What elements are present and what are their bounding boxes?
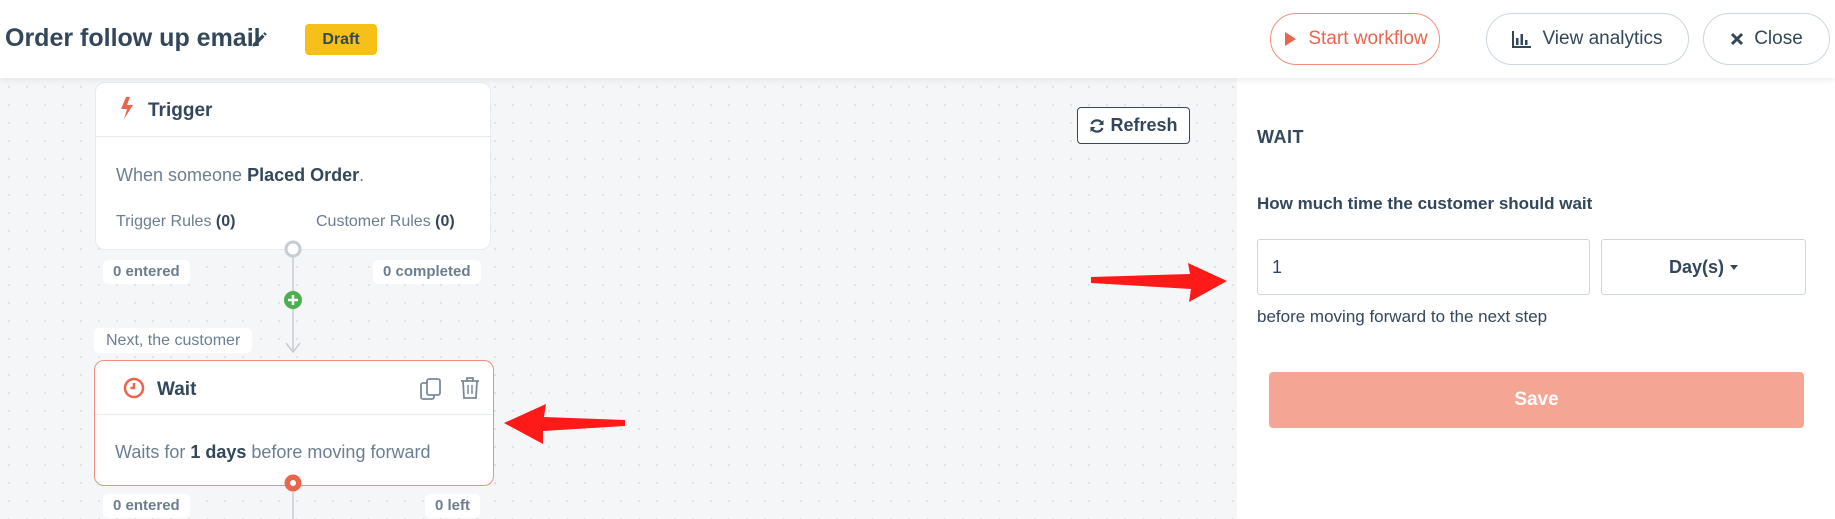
save-button[interactable]: Save [1269, 372, 1804, 428]
pencil-icon[interactable] [249, 28, 271, 50]
trigger-event: Placed Order [247, 165, 360, 185]
lightning-icon [121, 97, 133, 119]
customer-rules[interactable]: Customer Rules (0) [316, 213, 455, 231]
refresh-label: Refresh [1110, 115, 1178, 135]
wait-entered-count: 0 entered [103, 494, 190, 518]
trigger-connector-dot[interactable] [283, 239, 303, 259]
status-badge: Draft [305, 24, 377, 55]
close-label: Close [1754, 28, 1803, 49]
trigger-entered-count: 0 entered [103, 260, 190, 284]
view-analytics-label: View analytics [1542, 28, 1663, 49]
caret-down-icon [1730, 264, 1739, 270]
close-icon [1731, 32, 1744, 46]
trigger-completed-count: 0 completed [373, 260, 481, 284]
duplicate-icon[interactable] [419, 377, 443, 401]
start-workflow-label: Start workflow [1308, 28, 1428, 49]
wait-help-text: before moving forward to the next step [1257, 307, 1548, 326]
add-step-icon[interactable] [283, 290, 303, 310]
workflow-canvas[interactable]: Trigger When someone Placed Order. Trigg… [0, 78, 1237, 519]
trigger-rules[interactable]: Trigger Rules (0) [116, 213, 235, 231]
wait-title: Wait [157, 379, 197, 400]
play-icon [1285, 32, 1297, 46]
wait-description: Waits for 1 days before moving forward [115, 442, 431, 462]
bar-chart-icon [1512, 31, 1532, 48]
start-workflow-button[interactable]: Start workflow [1270, 13, 1440, 65]
clock-icon [123, 377, 145, 399]
trash-icon[interactable] [459, 376, 481, 400]
wait-card-header: Wait [95, 361, 493, 415]
close-button[interactable]: Close [1703, 13, 1830, 65]
next-step-label: Next, the customer [94, 328, 253, 353]
trigger-card[interactable]: Trigger When someone Placed Order. Trigg… [95, 82, 491, 250]
header-bar: Order follow up email Draft Start workfl… [0, 0, 1835, 78]
trigger-card-header: Trigger [96, 83, 490, 137]
wait-time-label: How much time the customer should wait [1257, 194, 1593, 213]
page-title: Order follow up email [5, 24, 261, 52]
wait-card[interactable]: Wait Waits for 1 days before moving forw… [94, 360, 494, 486]
wait-unit-value: Day(s) [1668, 256, 1725, 277]
wait-duration: 1 days [190, 442, 247, 462]
view-analytics-button[interactable]: View analytics [1486, 13, 1689, 65]
trigger-title: Trigger [148, 100, 213, 121]
wait-unit-dropdown[interactable]: Day(s) [1601, 239, 1806, 295]
refresh-icon [1090, 118, 1104, 133]
settings-panel: WAIT How much time the customer should w… [1237, 78, 1835, 519]
wait-connector-dot[interactable] [283, 473, 303, 493]
panel-title: WAIT [1257, 127, 1304, 147]
trigger-description: When someone Placed Order. [116, 165, 365, 185]
wait-left-count: 0 left [425, 494, 481, 518]
refresh-button[interactable]: Refresh [1077, 107, 1190, 144]
wait-amount-input[interactable] [1257, 239, 1590, 295]
